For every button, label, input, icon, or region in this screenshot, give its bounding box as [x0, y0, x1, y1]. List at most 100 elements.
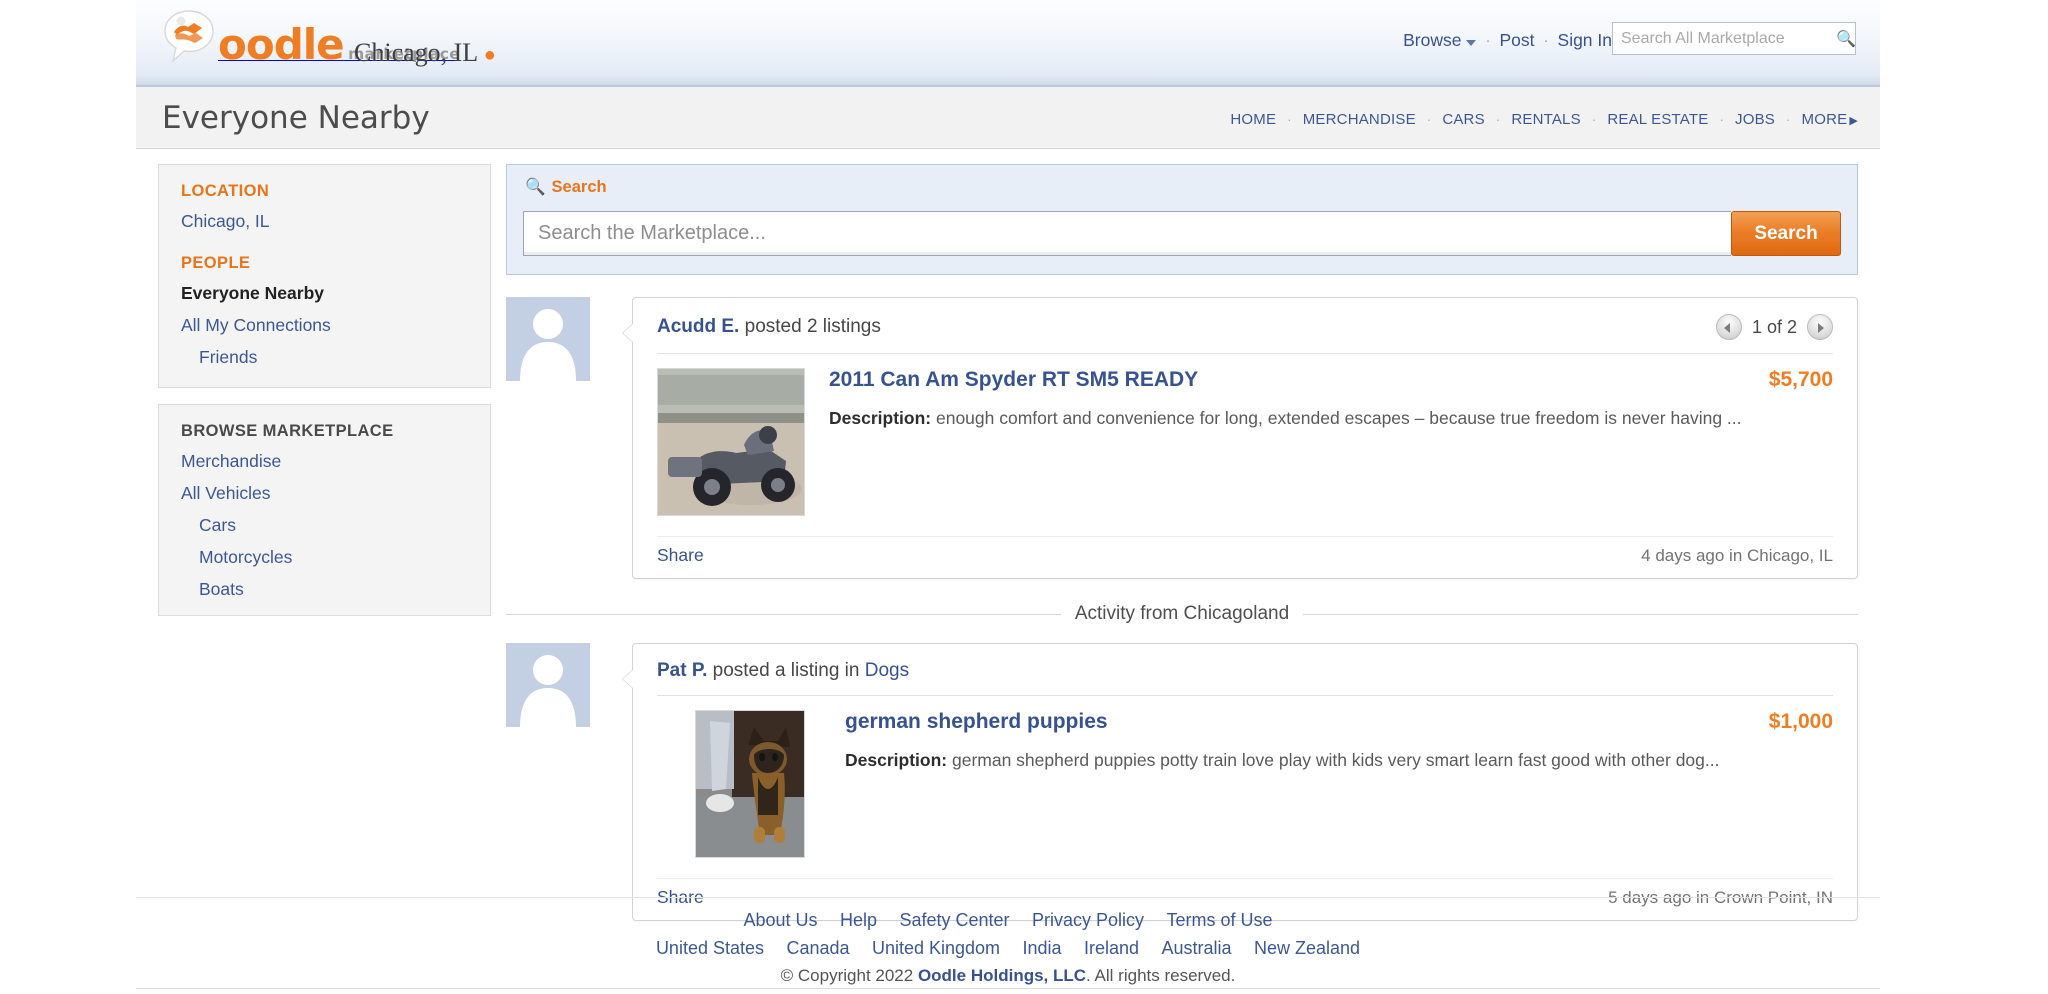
footer-country-united-kingdom[interactable]: United Kingdom — [872, 938, 1000, 958]
footer-link-privacy-policy[interactable]: Privacy Policy — [1032, 910, 1144, 930]
search-row: Search — [523, 211, 1841, 256]
category-navigation: HOME · MERCHANDISE · CARS · RENTALS · RE… — [1230, 111, 1858, 128]
category-real-estate[interactable]: REAL ESTATE — [1607, 111, 1708, 128]
sidebar-item-location-chicago[interactable]: Chicago, IL — [159, 205, 490, 237]
category-more-label: MORE — [1802, 111, 1848, 128]
search-panel-label: Search — [552, 178, 607, 197]
sidebar-item-friends[interactable]: Friends — [159, 341, 490, 373]
sidebar-item-everyone-nearby[interactable]: Everyone Nearby — [159, 277, 490, 309]
default-user-avatar-icon — [506, 643, 590, 727]
footer-link-safety-center[interactable]: Safety Center — [899, 910, 1009, 930]
cat-sep-1: · — [1287, 112, 1292, 127]
marketplace-search-panel: 🔍 Search Search — [506, 164, 1858, 275]
nav-separator-1: · — [1485, 32, 1490, 49]
global-search-input[interactable] — [1613, 23, 1836, 54]
cat-sep-3: · — [1496, 112, 1501, 127]
sidebar-heading-browse-marketplace: BROWSE MARKETPLACE — [159, 419, 490, 445]
footer-country-ireland[interactable]: Ireland — [1084, 938, 1139, 958]
listing-thumbnail[interactable] — [695, 710, 805, 858]
cat-sep-6: · — [1786, 112, 1791, 127]
sidebar-item-all-my-connections[interactable]: All My Connections — [159, 309, 490, 341]
sidebar-item-all-vehicles[interactable]: All Vehicles — [159, 477, 490, 509]
activity-item: Pat P. posted a listing in Dogs — [506, 643, 1858, 921]
global-search-box[interactable]: 🔍 — [1612, 22, 1856, 55]
section-divider-label: Activity from Chicagoland — [1075, 603, 1289, 625]
listing-title-row: german shepherd puppies $1,000 — [845, 710, 1833, 734]
bottom-divider — [136, 988, 1880, 989]
divider-line-left — [506, 614, 1061, 615]
activity-author-link[interactable]: Acudd E. — [657, 316, 739, 337]
location-text: Chicago, IL — [354, 38, 477, 67]
sidebar-item-boats[interactable]: Boats — [159, 573, 490, 605]
activity-header-rest: posted 2 listings — [739, 316, 881, 337]
page-root: oodle marketplace Chicago, IL ● Browse ·… — [136, 0, 1880, 994]
footer-country-india[interactable]: India — [1023, 938, 1062, 958]
footer-country-australia[interactable]: Australia — [1162, 938, 1232, 958]
marketplace-search-input[interactable] — [523, 211, 1731, 256]
pager-status: 1 of 2 — [1752, 317, 1797, 338]
activity-header-text: Acudd E. posted 2 listings — [657, 316, 881, 338]
listing-price: $1,000 — [1749, 710, 1833, 734]
sidebar-item-merchandise[interactable]: Merchandise — [159, 445, 490, 477]
sidebar-item-cars[interactable]: Cars — [159, 509, 490, 541]
listing-description-label: Description: — [829, 408, 931, 428]
footer-link-terms-of-use[interactable]: Terms of Use — [1166, 910, 1272, 930]
sidebar-panel-people: LOCATION Chicago, IL PEOPLE Everyone Nea… — [158, 164, 491, 388]
main-content: 🔍 Search Search — [506, 164, 1858, 925]
footer-country-united-states[interactable]: United States — [656, 938, 764, 958]
footer-countries-row: United States Canada United Kingdom Indi… — [136, 938, 1880, 959]
sidebar: LOCATION Chicago, IL PEOPLE Everyone Nea… — [158, 164, 491, 632]
circle-arrow-right-icon[interactable] — [1807, 314, 1833, 340]
nav-post[interactable]: Post — [1499, 30, 1534, 51]
sidebar-item-motorcycles[interactable]: Motorcycles — [159, 541, 490, 573]
copyright-prefix: © Copyright 2022 — [781, 966, 918, 985]
category-jobs[interactable]: JOBS — [1735, 111, 1775, 128]
footer-copyright: © Copyright 2022 Oodle Holdings, LLC. Al… — [136, 966, 1880, 986]
nav-separator-2: · — [1544, 32, 1549, 49]
search-icon[interactable]: 🔍 — [1836, 29, 1856, 49]
sidebar-heading-location: LOCATION — [159, 179, 490, 205]
sidebar-item-rvs[interactable]: RVs — [159, 605, 490, 616]
logo-wordmark: oodle — [218, 20, 344, 69]
oodle-speech-bubble-handshake-icon — [162, 8, 216, 64]
map-pin-icon: ● — [484, 44, 496, 66]
category-cars[interactable]: CARS — [1442, 111, 1484, 128]
top-navigation: Browse · Post · Sign In — [1403, 30, 1612, 51]
listing-title-link[interactable]: german shepherd puppies — [845, 710, 1108, 734]
footer-link-help[interactable]: Help — [840, 910, 877, 930]
activity-bubble: Pat P. posted a listing in Dogs — [632, 643, 1858, 921]
nav-browse-label: Browse — [1403, 30, 1461, 50]
listing-thumbnail[interactable] — [657, 368, 805, 516]
activity-category-link[interactable]: Dogs — [865, 660, 909, 681]
activity-header: Pat P. posted a listing in Dogs — [657, 660, 1833, 696]
circle-arrow-left-icon[interactable] — [1716, 314, 1742, 340]
footer-link-about-us[interactable]: About Us — [743, 910, 817, 930]
footer-country-canada[interactable]: Canada — [786, 938, 849, 958]
listing-title-row: 2011 Can Am Spyder RT SM5 READY $5,700 — [829, 368, 1833, 392]
listing-body: 2011 Can Am Spyder RT SM5 READY $5,700 D… — [829, 368, 1833, 516]
category-merchandise[interactable]: MERCHANDISE — [1303, 111, 1416, 128]
nav-signin[interactable]: Sign In — [1558, 30, 1612, 51]
search-submit-button[interactable]: Search — [1731, 211, 1841, 256]
category-more[interactable]: MORE▶ — [1802, 111, 1858, 128]
copyright-company-link[interactable]: Oodle Holdings, LLC — [918, 966, 1086, 985]
listing-title-link[interactable]: 2011 Can Am Spyder RT SM5 READY — [829, 368, 1198, 392]
masthead: oodle marketplace Chicago, IL ● Browse ·… — [136, 0, 1880, 87]
section-divider: Activity from Chicagoland — [506, 603, 1858, 625]
sidebar-panel-browse-marketplace: BROWSE MARKETPLACE Merchandise All Vehic… — [158, 404, 491, 616]
share-link[interactable]: Share — [657, 545, 704, 566]
activity-bubble: Acudd E. posted 2 listings 1 of 2 — [632, 297, 1858, 579]
activity-header: Acudd E. posted 2 listings 1 of 2 — [657, 314, 1833, 354]
category-home[interactable]: HOME — [1230, 111, 1276, 128]
cat-sep-2: · — [1427, 112, 1432, 127]
listing: 2011 Can Am Spyder RT SM5 READY $5,700 D… — [657, 354, 1833, 516]
search-icon: 🔍 — [525, 178, 546, 197]
triangle-right-icon: ▶ — [1849, 115, 1858, 127]
footer-country-new-zealand[interactable]: New Zealand — [1254, 938, 1360, 958]
listing-description: Description: german shepherd puppies pot… — [845, 748, 1833, 773]
nav-browse[interactable]: Browse — [1403, 30, 1476, 51]
activity-author-link[interactable]: Pat P. — [657, 660, 707, 681]
location-label[interactable]: Chicago, IL ● — [354, 38, 496, 68]
cat-sep-4: · — [1592, 112, 1597, 127]
category-rentals[interactable]: RENTALS — [1511, 111, 1580, 128]
